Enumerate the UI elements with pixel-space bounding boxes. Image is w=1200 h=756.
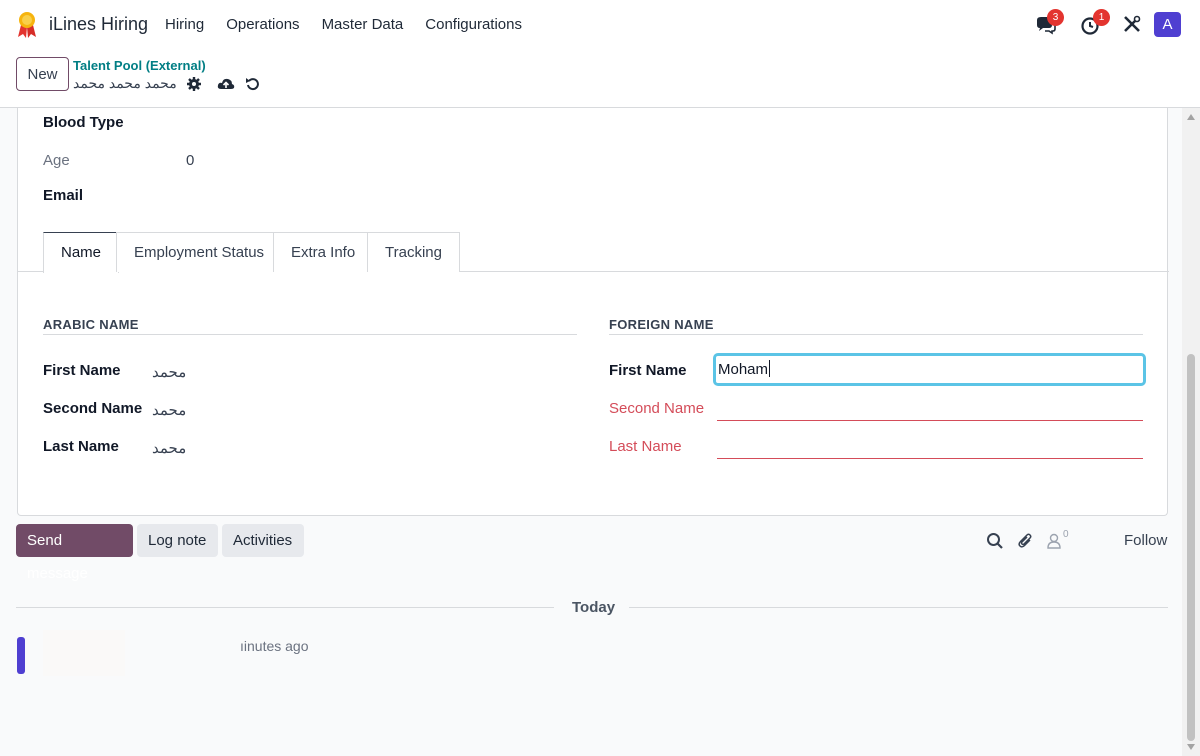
section-divider bbox=[609, 334, 1143, 335]
user-avatar[interactable]: A bbox=[1154, 12, 1181, 37]
date-divider-line bbox=[629, 607, 1168, 608]
scroll-up-arrow[interactable] bbox=[1187, 114, 1195, 120]
followers-user-icon[interactable] bbox=[1046, 532, 1062, 550]
date-divider-today: Today bbox=[572, 599, 616, 616]
foreign-first-name-input[interactable]: Moham bbox=[713, 353, 1146, 386]
menu-item-operations[interactable]: Operations bbox=[226, 16, 299, 33]
search-icon[interactable] bbox=[986, 532, 1004, 550]
menu-item-configurations[interactable]: Configurations bbox=[425, 16, 522, 33]
control-panel: New Talent Pool (External) محمد محمد محم… bbox=[0, 48, 1200, 108]
arabic-name-section-title: ARABIC NAME bbox=[43, 317, 139, 332]
follow-button[interactable]: Follow bbox=[1124, 532, 1167, 549]
main-menu: Hiring Operations Master Data Configurat… bbox=[165, 16, 522, 33]
date-divider-line bbox=[16, 607, 554, 608]
messages-badge: 3 bbox=[1047, 9, 1064, 26]
blood-type-label: Blood Type bbox=[43, 114, 124, 131]
top-navbar: iLines Hiring Hiring Operations Master D… bbox=[0, 0, 1200, 48]
menu-item-master-data[interactable]: Master Data bbox=[322, 16, 404, 33]
tab-name[interactable]: Name bbox=[43, 232, 120, 273]
message-author-marker bbox=[17, 637, 25, 674]
foreign-last-name-label: Last Name bbox=[609, 438, 682, 455]
foreign-second-name-input[interactable] bbox=[717, 420, 1143, 421]
record-name: محمد محمد محمد bbox=[73, 75, 177, 91]
form-sheet: Blood Type Age 0 Email Name Employment S… bbox=[17, 108, 1169, 516]
new-button[interactable]: New bbox=[16, 57, 69, 91]
tab-extra-info[interactable]: Extra Info bbox=[273, 232, 374, 272]
foreign-name-section-title: FOREIGN NAME bbox=[609, 317, 714, 332]
log-note-button[interactable]: Log note bbox=[137, 524, 218, 557]
activities-button[interactable]: 1 bbox=[1080, 9, 1110, 36]
vertical-scrollbar[interactable] bbox=[1182, 108, 1200, 756]
scroll-down-arrow[interactable] bbox=[1187, 744, 1195, 750]
paperclip-icon[interactable] bbox=[1017, 532, 1035, 550]
activities-button[interactable]: Activities bbox=[222, 524, 304, 557]
arabic-first-name-value[interactable]: محمد bbox=[152, 363, 186, 381]
arabic-second-name-value[interactable]: محمد bbox=[152, 401, 186, 419]
tab-tracking[interactable]: Tracking bbox=[367, 232, 460, 272]
discard-undo-icon[interactable] bbox=[245, 76, 261, 92]
ribbon-medal-icon[interactable] bbox=[16, 11, 38, 39]
app-title[interactable]: iLines Hiring bbox=[49, 14, 148, 35]
menu-item-hiring[interactable]: Hiring bbox=[165, 16, 204, 33]
message-timestamp: ıinutes ago bbox=[240, 638, 309, 654]
send-message-button[interactable]: Send message bbox=[16, 524, 133, 582]
arabic-last-name-label: Last Name bbox=[43, 438, 119, 455]
arabic-last-name-value[interactable]: محمد bbox=[152, 439, 186, 457]
gear-icon[interactable] bbox=[186, 76, 202, 92]
tab-employment-status[interactable]: Employment Status bbox=[116, 232, 283, 272]
section-divider bbox=[43, 334, 577, 335]
notebook-tabs: Name Employment Status Extra Info Tracki… bbox=[18, 232, 1169, 273]
age-label: Age bbox=[43, 152, 70, 169]
scroll-thumb[interactable] bbox=[1187, 354, 1195, 741]
foreign-last-name-input[interactable] bbox=[717, 458, 1143, 459]
followers-count: 0 bbox=[1063, 529, 1069, 540]
tools-icon bbox=[1124, 15, 1141, 32]
debug-tools-button[interactable] bbox=[1122, 14, 1144, 36]
messaging-button[interactable]: 3 bbox=[1034, 9, 1064, 36]
arabic-first-name-label: First Name bbox=[43, 362, 121, 379]
breadcrumb-talent-pool[interactable]: Talent Pool (External) bbox=[73, 58, 206, 73]
message-author-avatar bbox=[43, 630, 125, 676]
email-label: Email bbox=[43, 187, 84, 204]
foreign-first-name-label: First Name bbox=[609, 362, 687, 379]
foreign-first-name-value: Moham bbox=[718, 361, 769, 378]
form-scroll-area[interactable]: Blood Type Age 0 Email Name Employment S… bbox=[0, 108, 1200, 756]
age-value[interactable]: 0 bbox=[186, 152, 194, 169]
cloud-save-icon[interactable] bbox=[217, 76, 235, 92]
activities-badge: 1 bbox=[1093, 9, 1110, 26]
arabic-second-name-label: Second Name bbox=[43, 400, 143, 417]
foreign-second-name-label: Second Name bbox=[609, 400, 705, 417]
